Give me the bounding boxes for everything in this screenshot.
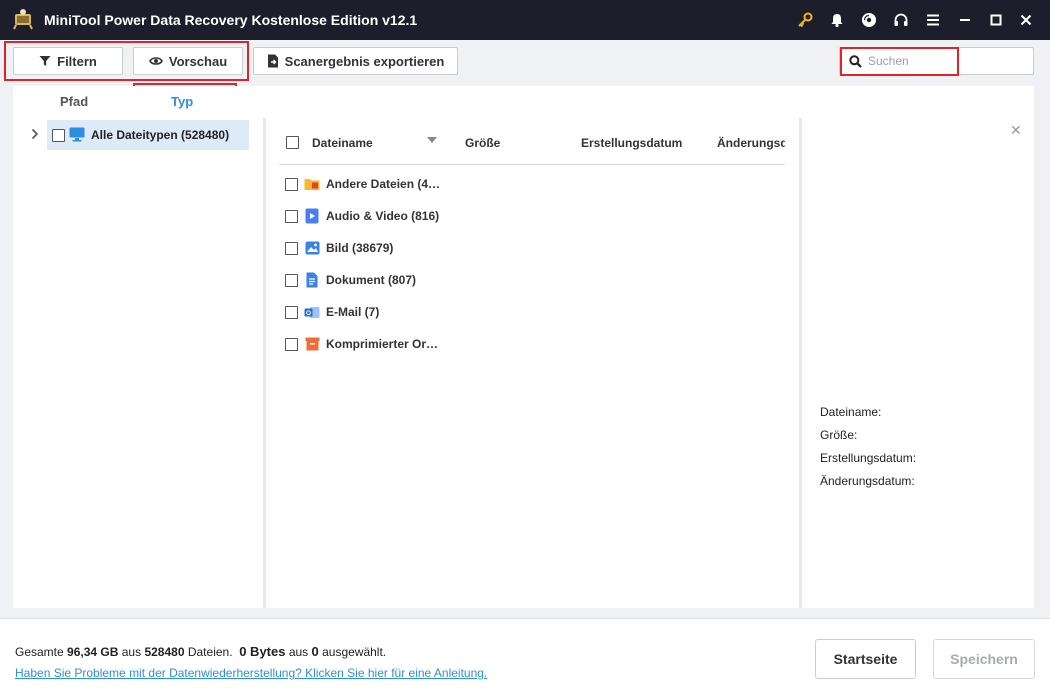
svg-text:O: O	[306, 310, 311, 317]
column-header-created[interactable]: Erstellungsdatum	[581, 136, 682, 150]
tree-item-label: Alle Dateitypen (528480)	[91, 128, 230, 142]
eye-icon	[148, 57, 163, 65]
maximize-icon[interactable]	[986, 10, 1006, 30]
select-all-checkbox[interactable]	[286, 136, 299, 149]
list-item-label: Komprimierter Or…	[326, 337, 439, 351]
column-header-size[interactable]: Größe	[465, 136, 500, 150]
preview-button[interactable]: Vorschau	[133, 47, 243, 75]
home-button[interactable]: Startseite	[815, 639, 916, 679]
tab-path[interactable]: Pfad	[60, 94, 88, 109]
row-checkbox[interactable]	[285, 241, 298, 255]
total-size: 96,34 GB	[67, 645, 119, 659]
list-item-label: Dokument (807)	[326, 273, 417, 287]
list-item-label: E-Mail (7)	[326, 305, 380, 319]
column-header-modified[interactable]: Änderungsd	[717, 136, 785, 150]
menu-icon[interactable]	[923, 10, 943, 30]
list-item[interactable]: Audio & Video (816)	[285, 206, 439, 226]
minimize-icon[interactable]	[955, 10, 975, 30]
list-item[interactable]: Komprimierter Or…	[285, 334, 438, 354]
list-item-label: Audio & Video (816)	[326, 209, 440, 223]
header-divider	[279, 164, 785, 165]
close-preview-icon[interactable]: ✕	[1010, 122, 1022, 139]
email-icon: O	[304, 304, 320, 320]
export-label: Scanergebnis exportieren	[284, 53, 445, 69]
total-count: 528480	[144, 645, 185, 659]
list-item[interactable]: Bild (38679)	[285, 238, 393, 258]
summary-text: aus	[121, 645, 142, 659]
toolbar: Filtern Vorschau Scanergebnis exportiere…	[0, 40, 1050, 82]
save-button[interactable]: Speichern	[933, 639, 1035, 679]
archive-icon	[304, 336, 320, 352]
headset-icon[interactable]	[891, 10, 911, 30]
preview-filename-label: Dateiname:	[820, 405, 882, 419]
row-checkbox[interactable]	[285, 273, 298, 287]
sort-down-icon[interactable]	[427, 137, 437, 143]
search-input[interactable]	[868, 51, 1028, 71]
search-box[interactable]	[839, 47, 1034, 75]
close-icon[interactable]	[1016, 10, 1036, 30]
selected-count: 0	[311, 644, 319, 659]
list-item-label: Bild (38679)	[326, 241, 394, 255]
filter-button[interactable]: Filtern	[13, 47, 123, 75]
tree-checkbox[interactable]	[52, 129, 65, 142]
row-checkbox[interactable]	[285, 337, 298, 351]
key-icon[interactable]	[795, 10, 815, 30]
column-header-name[interactable]: Dateiname	[312, 136, 373, 150]
row-checkbox[interactable]	[285, 177, 298, 191]
preview-created-label: Erstellungsdatum:	[820, 451, 917, 465]
preview-size-label: Größe:	[820, 428, 858, 442]
image-icon	[304, 240, 320, 256]
search-icon	[849, 55, 862, 68]
monitor-icon	[69, 127, 85, 142]
filter-label: Filtern	[57, 53, 97, 69]
list-item[interactable]: Andere Dateien (4…	[285, 174, 440, 194]
help-link[interactable]: Haben Sie Probleme mit der Datenwiederhe…	[15, 666, 487, 680]
title-bar: MiniTool Power Data Recovery Kostenlose …	[0, 0, 1050, 40]
summary-text: ausgewählt.	[322, 645, 387, 659]
scan-summary: Gesamte 96,34 GB aus 528480 Dateien. 0 B…	[15, 644, 386, 659]
tab-type[interactable]: Typ	[171, 94, 193, 109]
selected-size: 0 Bytes	[239, 644, 286, 659]
tree-item-all-types[interactable]: Alle Dateitypen (528480)	[47, 120, 249, 150]
preview-label: Vorschau	[168, 53, 228, 69]
app-title: MiniTool Power Data Recovery Kostenlose …	[44, 12, 418, 28]
summary-text: Dateien.	[187, 645, 233, 659]
export-button[interactable]: Scanergebnis exportieren	[253, 47, 458, 75]
row-checkbox[interactable]	[285, 209, 298, 223]
video-icon	[304, 208, 320, 224]
disc-icon[interactable]	[859, 10, 879, 30]
list-item[interactable]: O E-Mail (7)	[285, 302, 379, 322]
results-panel: Pfad Typ Alle Dateitypen (528480) Datein…	[13, 86, 1034, 608]
preview-modified-label: Änderungsdatum:	[820, 474, 915, 488]
summary-text: aus	[288, 645, 309, 659]
folder-icon	[304, 176, 320, 192]
status-bar: Gesamte 96,34 GB aus 528480 Dateien. 0 B…	[0, 618, 1050, 700]
list-item[interactable]: Dokument (807)	[285, 270, 416, 290]
chevron-right-icon[interactable]	[31, 128, 39, 140]
preview-divider[interactable]	[799, 118, 802, 608]
row-checkbox[interactable]	[285, 305, 298, 319]
document-icon	[304, 272, 320, 288]
summary-text: Gesamte	[15, 645, 64, 659]
funnel-icon	[39, 56, 51, 66]
export-file-icon	[267, 54, 278, 68]
tree-divider[interactable]	[263, 118, 266, 608]
bell-icon[interactable]	[827, 10, 847, 30]
list-item-label: Andere Dateien (4…	[326, 177, 441, 191]
app-logo-icon	[13, 9, 33, 30]
